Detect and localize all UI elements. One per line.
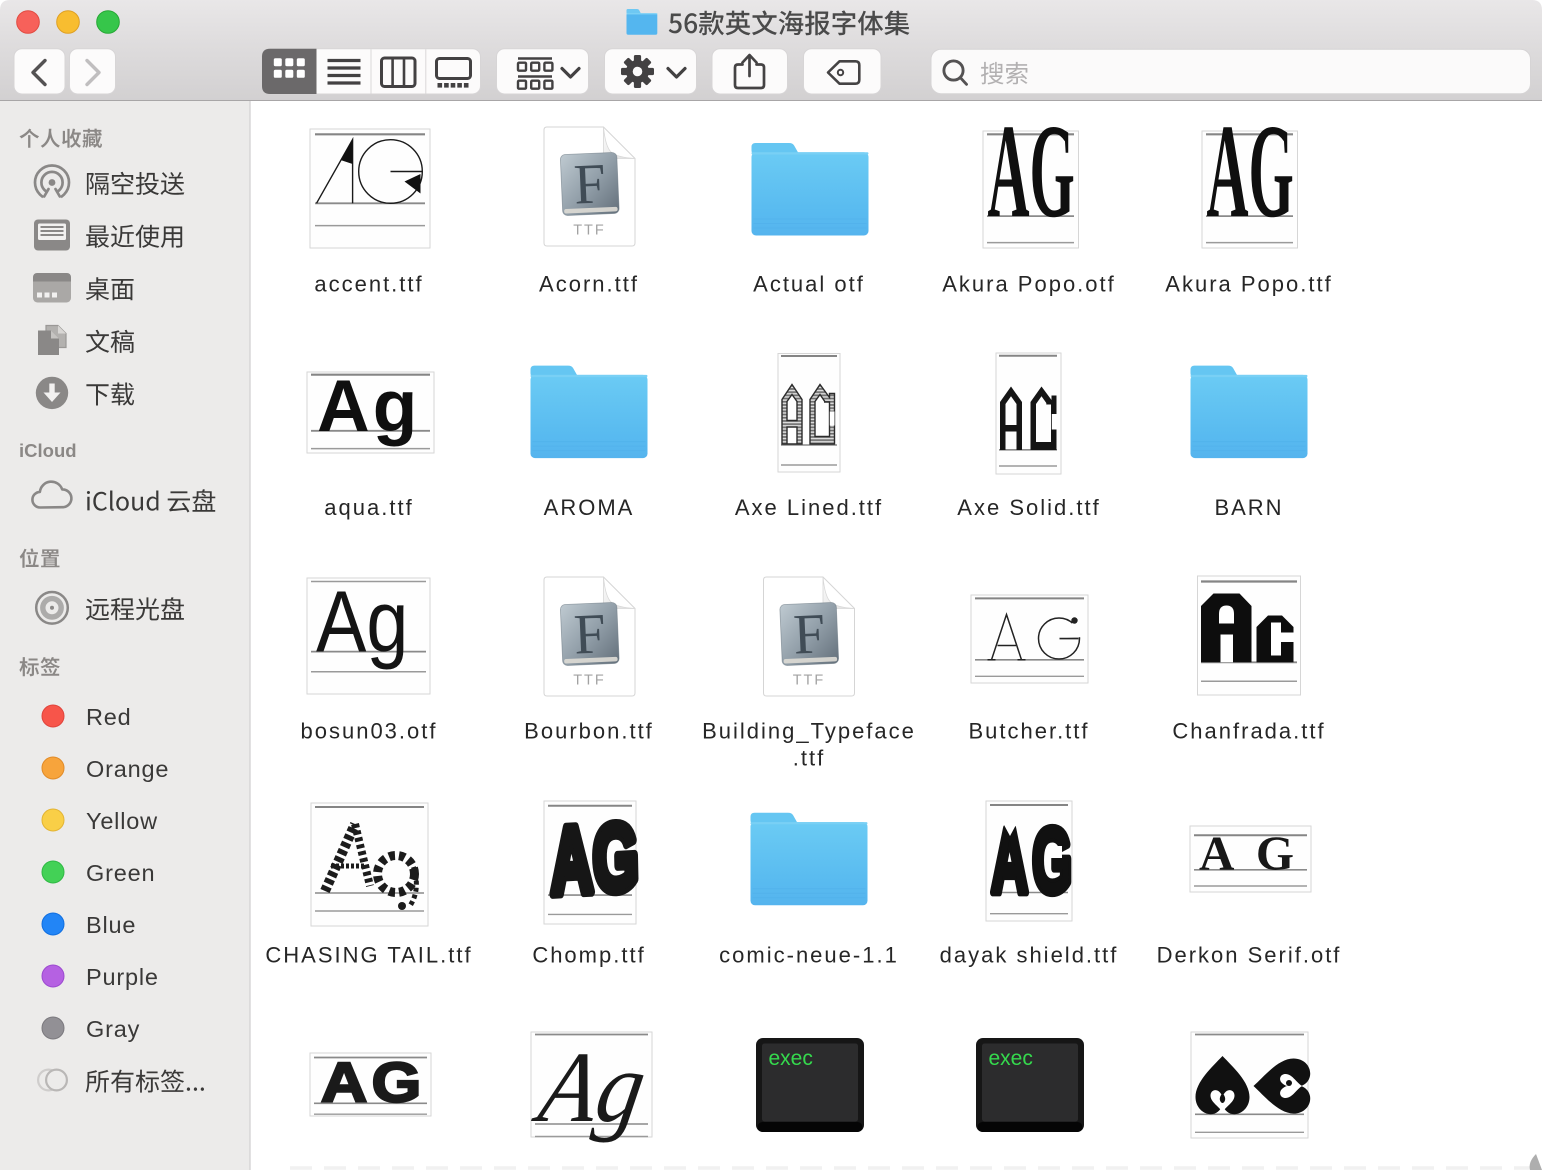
svg-text:Axe Lined.ttf: Axe Lined.ttf: [735, 495, 883, 520]
svg-text:AG: AG: [1207, 98, 1294, 246]
svg-text:Yellow: Yellow: [86, 808, 158, 834]
svg-text:Red: Red: [86, 704, 132, 730]
svg-text:Acorn.ttf: Acorn.ttf: [539, 272, 639, 297]
svg-text:AROMA: AROMA: [544, 495, 635, 520]
svg-text:Purple: Purple: [86, 964, 159, 990]
svg-text:Green: Green: [86, 860, 155, 886]
svg-text:Chanfrada.ttf: Chanfrada.ttf: [1172, 719, 1325, 744]
svg-text:Building_Typeface: Building_Typeface: [702, 719, 916, 744]
svg-text:Butcher.ttf: Butcher.ttf: [968, 719, 1089, 744]
svg-text:CHASING TAIL.ttf: CHASING TAIL.ttf: [265, 942, 472, 967]
svg-text:AG: AG: [988, 98, 1075, 246]
svg-text:comic-neue-1.1: comic-neue-1.1: [719, 942, 899, 967]
svg-text:Chomp.ttf: Chomp.ttf: [532, 942, 645, 967]
svg-text:Orange: Orange: [86, 756, 169, 782]
svg-text:AG: AG: [549, 803, 640, 915]
svg-text:accent.ttf: accent.ttf: [314, 272, 423, 297]
svg-text:Blue: Blue: [86, 912, 136, 938]
svg-text:A G: A G: [1199, 826, 1300, 881]
svg-text:aqua.ttf: aqua.ttf: [324, 495, 413, 520]
svg-text:Bourbon.ttf: Bourbon.ttf: [524, 719, 654, 744]
svg-text:Derkon Serif.otf: Derkon Serif.otf: [1157, 942, 1342, 967]
svg-text:iCloud: iCloud: [19, 440, 77, 461]
svg-text:bosun03.otf: bosun03.otf: [301, 719, 438, 744]
svg-text:Ag: Ag: [316, 573, 408, 670]
svg-text:AG: AG: [321, 1051, 426, 1113]
svg-text:Axe Solid.ttf: Axe Solid.ttf: [957, 495, 1100, 520]
svg-text:Actual otf: Actual otf: [753, 272, 865, 297]
svg-text:BARN: BARN: [1214, 495, 1283, 520]
svg-text:.ttf: .ttf: [793, 746, 825, 771]
svg-text:Akura Popo.ttf: Akura Popo.ttf: [1165, 272, 1332, 297]
svg-text:dayak shield.ttf: dayak shield.ttf: [940, 942, 1119, 967]
svg-text:Ag: Ag: [317, 366, 420, 447]
svg-text:Akura Popo.otf: Akura Popo.otf: [942, 272, 1116, 297]
svg-text:Gray: Gray: [86, 1016, 140, 1042]
